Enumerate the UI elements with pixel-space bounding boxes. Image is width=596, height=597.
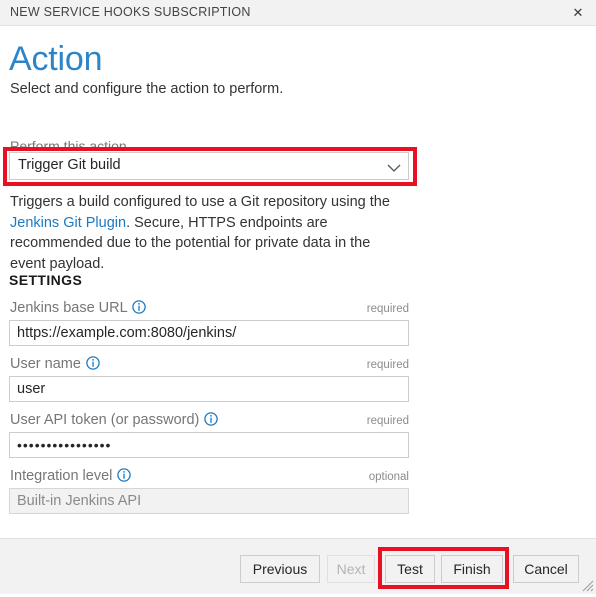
finish-button[interactable]: Finish (441, 555, 503, 583)
info-icon[interactable] (204, 412, 219, 426)
close-icon[interactable]: ✕ (564, 0, 592, 25)
jenkins-git-plugin-link[interactable]: Jenkins Git Plugin (10, 215, 126, 231)
field-label-text: User name (10, 356, 81, 372)
field-requirement: required (366, 359, 409, 371)
integration-level-input (9, 488, 409, 514)
jenkins-base-url-input[interactable] (9, 320, 409, 346)
page-title: Action (9, 40, 103, 78)
page-subtitle: Select and configure the action to perfo… (10, 81, 284, 97)
field-label: User API token (or password) (10, 412, 219, 428)
chevron-down-icon (387, 161, 401, 173)
test-button[interactable]: Test (385, 555, 435, 583)
info-icon[interactable] (132, 300, 146, 314)
field-label-text: User API token (or password) (10, 412, 200, 428)
perform-action-dropdown[interactable]: Trigger Git build (9, 152, 409, 180)
resize-grip-icon[interactable] (580, 578, 594, 592)
field-label: Jenkins base URL (10, 300, 146, 316)
user-name-input[interactable] (9, 376, 409, 402)
field-label-text: Integration level (10, 468, 113, 484)
description-text-before: Triggers a build configured to use a Git… (10, 194, 390, 210)
next-button: Next (327, 555, 375, 583)
info-icon[interactable] (86, 356, 100, 370)
cancel-button[interactable]: Cancel (513, 555, 579, 583)
dialog-content: Action Select and configure the action t… (0, 26, 596, 538)
settings-heading: SETTINGS (9, 272, 83, 288)
field-label: Integration level (10, 468, 132, 484)
dialog-footer: Previous Next Test Finish Cancel (0, 538, 596, 594)
field-requirement: optional (368, 471, 409, 483)
field-requirement: required (366, 415, 409, 427)
field-requirement: required (366, 303, 409, 315)
perform-action-selected-value: Trigger Git build (18, 157, 121, 173)
action-description: Triggers a build configured to use a Git… (10, 192, 404, 274)
field-label-text: Jenkins base URL (10, 300, 128, 316)
info-icon[interactable] (117, 468, 132, 482)
user-api-token-input[interactable] (9, 432, 409, 458)
dialog-titlebar: NEW SERVICE HOOKS SUBSCRIPTION ✕ (0, 0, 596, 26)
field-label: User name (10, 356, 100, 372)
service-hooks-subscription-dialog: NEW SERVICE HOOKS SUBSCRIPTION ✕ Action … (0, 0, 596, 594)
previous-button[interactable]: Previous (240, 555, 320, 583)
dialog-title: NEW SERVICE HOOKS SUBSCRIPTION (10, 5, 251, 19)
